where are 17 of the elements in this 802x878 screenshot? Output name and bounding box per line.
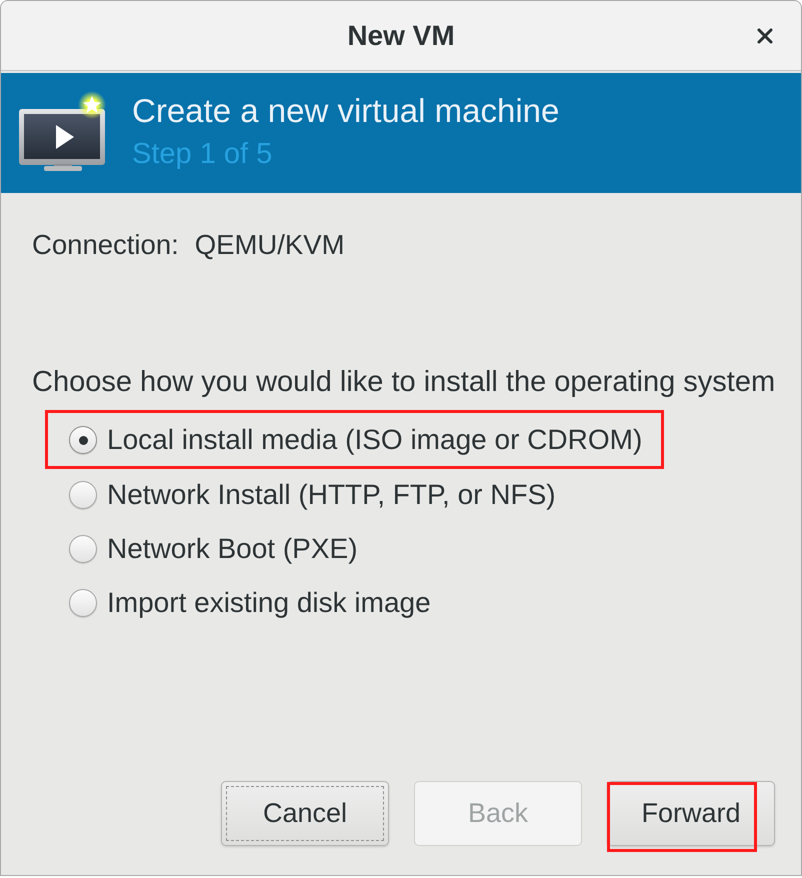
close-icon bbox=[757, 28, 773, 44]
install-option[interactable]: Local install media (ISO image or CDROM) bbox=[69, 413, 642, 468]
install-prompt: Choose how you would like to install the operating system bbox=[32, 366, 776, 398]
connection-label: Connection: bbox=[32, 229, 179, 261]
window-title: New VM bbox=[347, 20, 455, 52]
dialog-button[interactable]: Forward bbox=[607, 781, 775, 846]
install-option[interactable]: Import existing disk image bbox=[69, 576, 431, 631]
connection-value: QEMU/KVM bbox=[194, 229, 344, 261]
install-option[interactable]: Network Boot (PXE) bbox=[69, 522, 358, 576]
radio-button[interactable] bbox=[69, 426, 97, 454]
install-option[interactable]: Network Install (HTTP, FTP, or NFS) bbox=[69, 467, 556, 522]
radio-button[interactable] bbox=[69, 480, 97, 509]
monitor-play-icon bbox=[18, 91, 108, 171]
radio-button[interactable] bbox=[69, 534, 97, 563]
radio-button[interactable] bbox=[69, 589, 97, 618]
dialog-button[interactable]: Cancel bbox=[221, 781, 389, 846]
banner-title: Create a new virtual machine bbox=[132, 92, 560, 130]
